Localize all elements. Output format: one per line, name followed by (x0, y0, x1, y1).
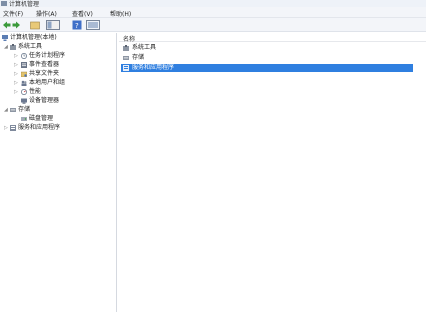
expand-icon[interactable]: ▷ (14, 53, 18, 59)
back-arrow-icon (3, 21, 11, 29)
expand-icon[interactable]: ▷ (14, 89, 18, 95)
forward-arrow-icon (12, 21, 20, 29)
tree-item-label: 存储 (18, 106, 31, 113)
tree-item-event-viewer[interactable]: ▷ 事件查看器 (14, 61, 114, 69)
tree-item-label: 事件查看器 (29, 61, 60, 68)
collapse-icon[interactable]: ◢ (4, 107, 8, 113)
clock-icon (21, 53, 27, 59)
list-item-label: 系统工具 (132, 44, 157, 51)
tree-item-label: 任务计划程序 (29, 52, 66, 59)
tools-icon (10, 44, 16, 50)
column-header-label: 名称 (123, 36, 136, 43)
collapse-icon[interactable]: ◢ (4, 44, 8, 50)
content-list: 名称 系统工具 存储 服务和应用程序 (119, 33, 426, 312)
menu-action[interactable]: 操作(A) (36, 9, 57, 18)
properties-icon (86, 20, 100, 30)
list-item-label: 存储 (132, 54, 145, 61)
tree-item-label: 磁盘管理 (29, 115, 54, 122)
tree-root-label: 计算机管理(本地) (10, 34, 57, 41)
show-hide-tree-icon (46, 20, 60, 30)
storage-icon (123, 56, 129, 60)
tree-item-label: 性能 (29, 88, 42, 95)
tree-item-label: 服务和应用程序 (18, 124, 61, 131)
expand-icon[interactable]: ▷ (4, 125, 8, 131)
show-hide-tree-button[interactable] (46, 20, 60, 30)
disk-icon (21, 117, 27, 121)
list-item[interactable]: 存储 (121, 54, 413, 62)
shared-folder-icon (21, 71, 27, 77)
tree-item-task-scheduler[interactable]: ▷ 任务计划程序 (14, 52, 114, 60)
svg-text:?: ? (75, 22, 79, 30)
expand-icon[interactable]: ▷ (14, 62, 18, 68)
services-icon (123, 65, 129, 71)
list-item-label: 服务和应用程序 (132, 64, 175, 71)
list-item[interactable]: 系统工具 (121, 44, 413, 52)
menu-help[interactable]: 帮助(H) (110, 9, 131, 18)
services-icon (10, 125, 16, 131)
help-button[interactable]: ? (72, 20, 82, 30)
up-folder-icon (30, 21, 40, 30)
toolbar: ? (0, 18, 426, 32)
up-level-button[interactable] (30, 20, 40, 30)
tree-item-label: 共享文件夹 (29, 70, 60, 77)
tree-item-disk-management[interactable]: 磁盘管理 (21, 115, 114, 123)
tree-item-label: 设备管理器 (29, 97, 60, 104)
tree-item-device-manager[interactable]: 设备管理器 (14, 97, 114, 105)
computer-management-icon (1, 1, 7, 6)
expand-icon[interactable]: ▷ (14, 80, 18, 86)
performance-icon (21, 89, 27, 95)
forward-button[interactable] (12, 20, 21, 30)
tree-item-services-apps[interactable]: ▷ 服务和应用程序 (4, 124, 114, 132)
tree-item-label: 系统工具 (18, 43, 43, 50)
menu-bar: 文件(F) 操作(A) 查看(V) 帮助(H) (0, 7, 426, 18)
tree-item-storage[interactable]: ◢ 存储 (4, 106, 114, 114)
tree-item-system-tools[interactable]: ◢ 系统工具 (4, 43, 114, 51)
back-button[interactable] (2, 20, 11, 30)
help-icon: ? (72, 20, 82, 30)
expand-icon[interactable]: ▷ (14, 71, 18, 77)
tree-item-local-users[interactable]: ▷ 本地用户和组 (14, 79, 114, 87)
tools-icon (123, 45, 129, 51)
tree-item-performance[interactable]: ▷ 性能 (14, 88, 114, 96)
device-manager-icon (21, 98, 27, 104)
title-bar: 计算机管理 (0, 0, 426, 8)
column-header-name[interactable]: 名称 (119, 33, 426, 43)
tree-root[interactable]: 计算机管理(本地) (2, 34, 114, 42)
tree-item-shared-folders[interactable]: ▷ 共享文件夹 (14, 70, 114, 78)
users-icon (21, 80, 27, 86)
menu-file[interactable]: 文件(F) (3, 9, 23, 18)
properties-button[interactable] (86, 20, 100, 30)
tree-item-label: 本地用户和组 (29, 79, 66, 86)
storage-icon (10, 108, 16, 112)
computer-icon (2, 35, 8, 41)
list-item-selected[interactable]: 服务和应用程序 (121, 64, 413, 72)
navigation-tree: 计算机管理(本地) ◢ 系统工具 ▷ 任务计划程序 ▷ 事件查看器 ▷ 共享文件… (0, 33, 117, 312)
menu-view[interactable]: 查看(V) (72, 9, 93, 18)
event-viewer-icon (21, 62, 27, 68)
